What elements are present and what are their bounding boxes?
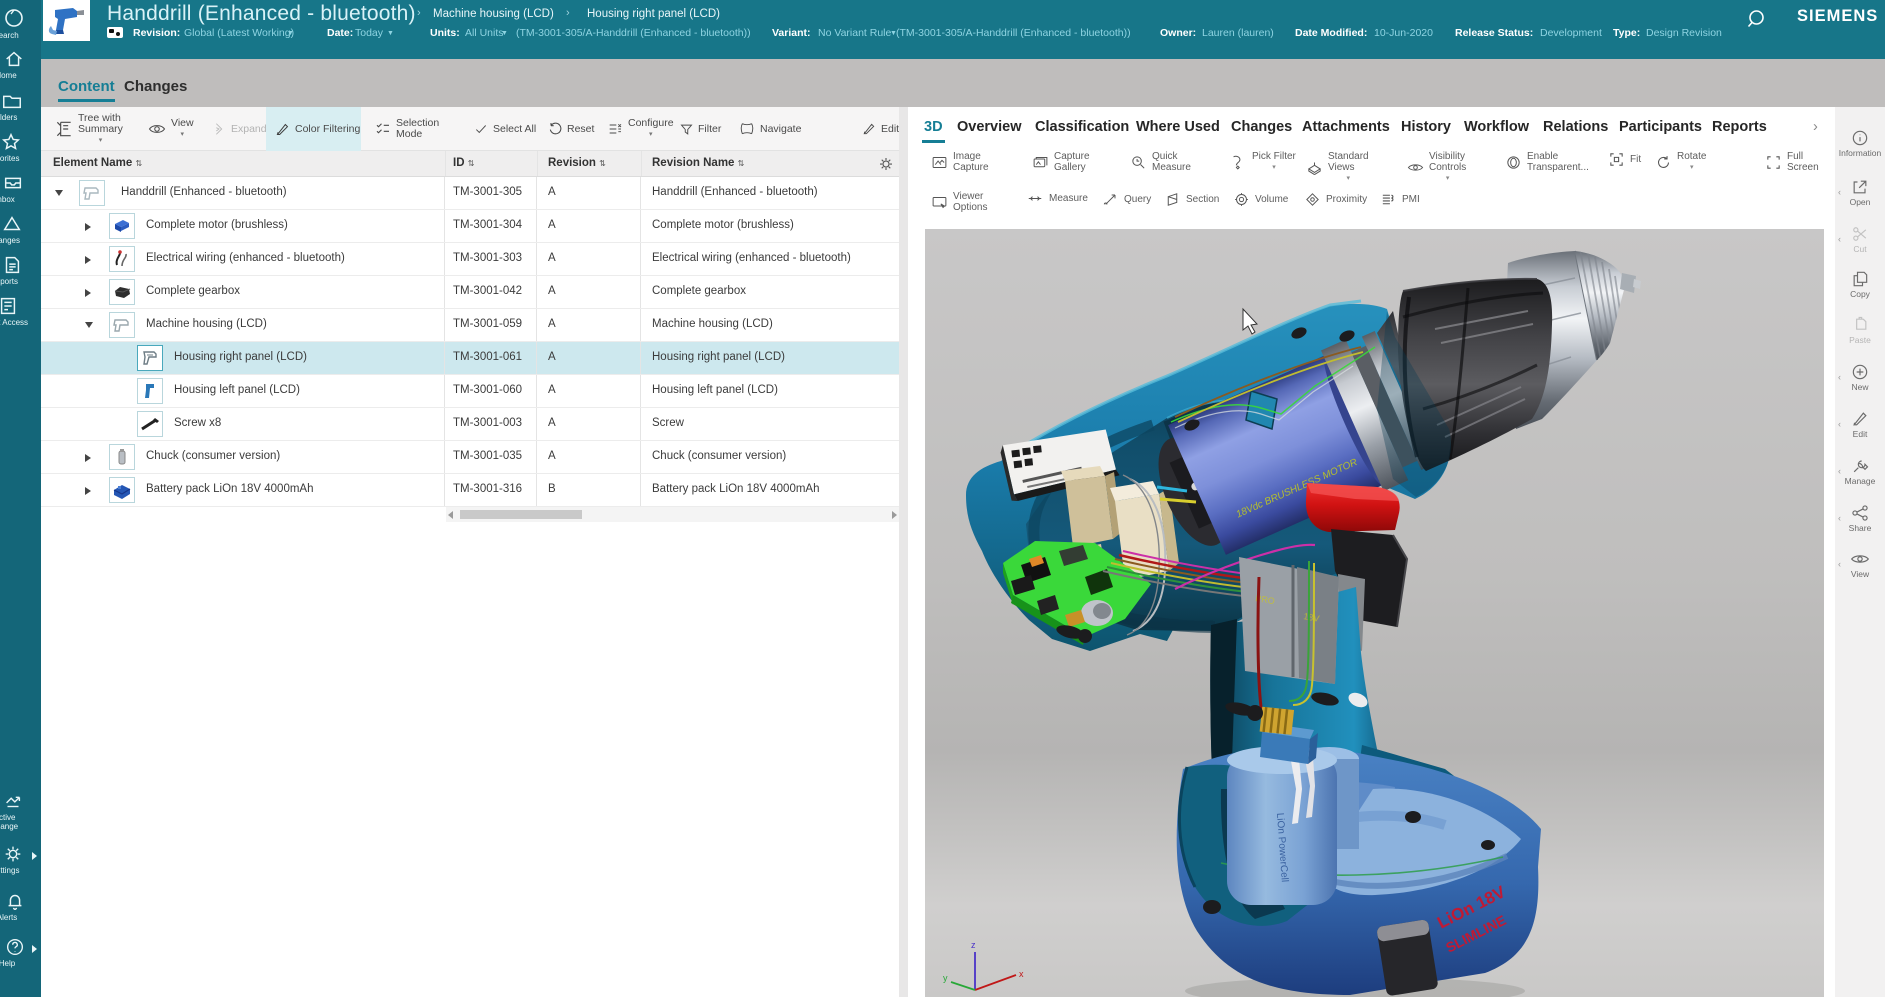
svg-text:y: y: [943, 973, 948, 983]
svg-text:x: x: [1019, 969, 1024, 979]
svg-text:z: z: [971, 940, 976, 950]
